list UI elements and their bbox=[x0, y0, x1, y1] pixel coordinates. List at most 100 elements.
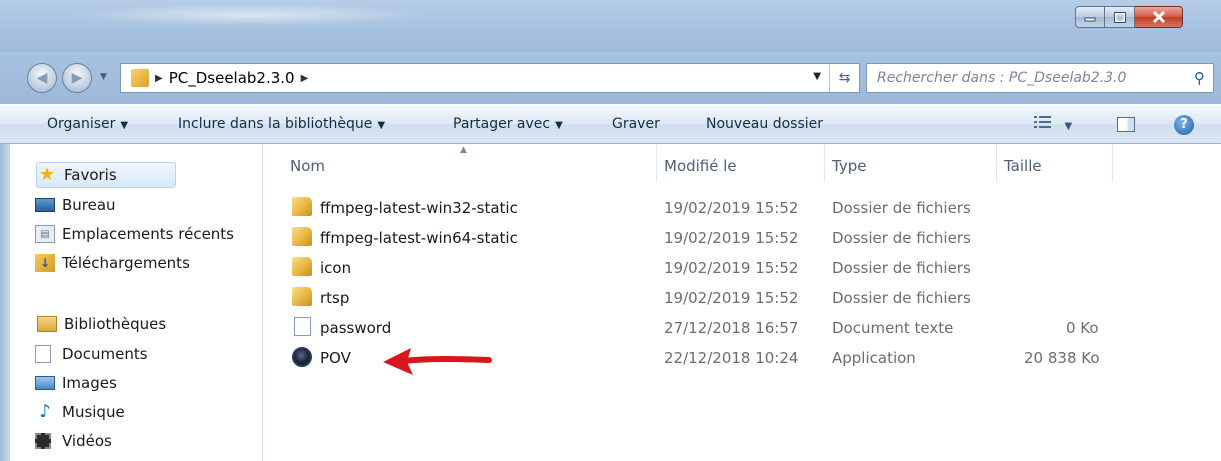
address-bar[interactable]: ▶ PC_Dseelab2.3.0 ▶ ▼ ⇆ bbox=[120, 63, 860, 93]
column-header-size[interactable]: Taille bbox=[1004, 144, 1042, 182]
file-type: Application bbox=[832, 349, 916, 367]
sidebar-item-label: Musique bbox=[62, 403, 125, 421]
desktop-icon bbox=[35, 198, 55, 212]
sidebar-item-label: Emplacements récents bbox=[62, 225, 235, 243]
sidebar-item-downloads[interactable]: ↓ Téléchargements bbox=[35, 250, 190, 276]
recent-places-icon: ▤ bbox=[35, 225, 55, 243]
refresh-button[interactable]: ⇆ bbox=[829, 64, 859, 92]
sidebar-item-label: Documents bbox=[62, 345, 148, 363]
view-dropdown-arrow-icon: ▼ bbox=[1064, 121, 1073, 132]
file-name: rtsp bbox=[320, 289, 350, 307]
search-input[interactable] bbox=[877, 70, 1187, 86]
file-row[interactable]: rtsp 19/02/2019 15:52 Dossier de fichier… bbox=[286, 284, 1116, 312]
sidebar-item-recent-places[interactable]: ▤ Emplacements récents bbox=[35, 221, 234, 247]
sidebar-item-label: Vidéos bbox=[62, 432, 112, 450]
new-folder-label: Nouveau dossier bbox=[706, 116, 824, 132]
title-bar bbox=[0, 0, 1221, 52]
column-header-modified[interactable]: Modifié le bbox=[664, 144, 737, 182]
breadcrumb-chevron-icon[interactable]: ▶ bbox=[155, 73, 163, 84]
command-bar: Organiser ▼ Inclure dans la bibliothèque ▼… bbox=[0, 104, 1221, 144]
new-folder-button[interactable]: Nouveau dossier bbox=[706, 116, 823, 132]
folder-icon bbox=[292, 197, 312, 216]
column-divider[interactable] bbox=[824, 144, 825, 182]
star-icon: ★ bbox=[38, 164, 56, 185]
file-type: Dossier de fichiers bbox=[832, 229, 971, 247]
help-icon[interactable]: ? bbox=[1174, 115, 1194, 135]
folder-icon bbox=[131, 69, 149, 87]
column-divider[interactable] bbox=[656, 144, 657, 182]
sidebar-item-label: Téléchargements bbox=[62, 254, 190, 272]
column-divider[interactable] bbox=[1112, 144, 1113, 182]
sidebar-item-images[interactable]: Images bbox=[35, 370, 117, 396]
change-view-button[interactable]: ▼ bbox=[1034, 115, 1072, 133]
downloads-icon: ↓ bbox=[35, 254, 55, 272]
column-header-type[interactable]: Type bbox=[832, 144, 866, 182]
sidebar-item-libraries[interactable]: Bibliothèques bbox=[37, 311, 166, 337]
file-size: 20 838 Ko bbox=[1024, 349, 1100, 367]
file-modified: 19/02/2019 15:52 bbox=[664, 229, 799, 247]
file-type: Document texte bbox=[832, 319, 954, 337]
back-arrow-icon: ◀ bbox=[36, 70, 48, 86]
breadcrumb-item[interactable]: PC_Dseelab2.3.0 bbox=[169, 69, 295, 87]
share-with-label: Partager avec bbox=[453, 116, 551, 132]
file-name: ffmpeg-latest-win32-static bbox=[320, 199, 518, 217]
organise-label: Organiser bbox=[47, 116, 116, 132]
maximize-button[interactable] bbox=[1105, 6, 1135, 28]
file-list: Nom ▲ Modifié le Type Taille ffmpeg-late… bbox=[264, 144, 1221, 461]
burn-button[interactable]: Graver bbox=[612, 116, 660, 132]
folder-icon bbox=[292, 257, 312, 276]
column-divider[interactable] bbox=[996, 144, 997, 182]
window-title-blurred bbox=[70, 4, 430, 26]
sidebar-item-desktop[interactable]: Bureau bbox=[35, 192, 116, 218]
file-size: 0 Ko bbox=[1066, 319, 1099, 337]
window-controls bbox=[1075, 6, 1183, 28]
sidebar-item-favorites[interactable]: ★ Favoris bbox=[36, 162, 176, 188]
burn-label: Graver bbox=[612, 116, 660, 132]
dropdown-arrow-icon: ▼ bbox=[377, 120, 386, 131]
forward-arrow-icon: ▶ bbox=[71, 70, 83, 86]
file-row[interactable]: ffmpeg-latest-win64-static 19/02/2019 15… bbox=[286, 224, 1116, 252]
address-history-dropdown-icon[interactable]: ▼ bbox=[813, 71, 821, 82]
close-button[interactable] bbox=[1135, 6, 1183, 28]
sidebar-item-music[interactable]: ♪ Musique bbox=[35, 399, 125, 425]
file-type: Dossier de fichiers bbox=[832, 199, 971, 217]
file-row[interactable]: icon 19/02/2019 15:52 Dossier de fichier… bbox=[286, 254, 1116, 282]
organise-menu[interactable]: Organiser ▼ bbox=[47, 116, 128, 132]
recent-pages-dropdown[interactable]: ▼ bbox=[100, 72, 107, 82]
file-row[interactable]: ffmpeg-latest-win32-static 19/02/2019 15… bbox=[286, 194, 1116, 222]
file-type: Dossier de fichiers bbox=[832, 259, 971, 277]
file-modified: 22/12/2018 10:24 bbox=[664, 349, 799, 367]
minimize-button[interactable] bbox=[1075, 6, 1105, 28]
file-type: Dossier de fichiers bbox=[832, 289, 971, 307]
share-with-menu[interactable]: Partager avec ▼ bbox=[453, 116, 563, 132]
window-left-border bbox=[0, 144, 10, 461]
file-row[interactable]: password 27/12/2018 16:57 Document texte… bbox=[286, 314, 1116, 342]
file-name: password bbox=[320, 319, 392, 337]
red-annotation-arrow-icon bbox=[383, 348, 492, 375]
file-modified: 27/12/2018 16:57 bbox=[664, 319, 799, 337]
sidebar-item-label: Bibliothèques bbox=[64, 315, 167, 333]
file-modified: 19/02/2019 15:52 bbox=[664, 289, 799, 307]
sidebar-item-label: Favoris bbox=[64, 166, 117, 184]
folder-icon bbox=[292, 287, 312, 306]
sidebar-item-videos[interactable]: Vidéos bbox=[35, 428, 112, 454]
include-in-library-menu[interactable]: Inclure dans la bibliothèque ▼ bbox=[178, 116, 385, 132]
close-icon bbox=[1152, 11, 1165, 23]
file-name: icon bbox=[320, 259, 352, 277]
search-icon[interactable]: ⚲ bbox=[1194, 69, 1205, 87]
navigation-bar: ◀ ▶ ▼ ▶ PC_Dseelab2.3.0 ▶ ▼ ⇆ ⚲ bbox=[0, 52, 1221, 104]
sidebar-item-label: Images bbox=[62, 374, 117, 392]
search-box[interactable]: ⚲ bbox=[866, 63, 1214, 93]
back-button[interactable]: ◀ bbox=[27, 63, 57, 93]
include-library-label: Inclure dans la bibliothèque bbox=[178, 116, 373, 132]
navigation-pane: ★ Favoris Bureau ▤ Emplacements récents … bbox=[10, 144, 263, 461]
pictures-icon bbox=[35, 376, 55, 390]
sidebar-item-documents[interactable]: Documents bbox=[35, 341, 148, 367]
breadcrumb-chevron-icon[interactable]: ▶ bbox=[301, 73, 309, 84]
file-name: POV bbox=[320, 349, 351, 367]
videos-icon bbox=[35, 433, 51, 449]
refresh-icon: ⇆ bbox=[838, 70, 851, 86]
column-header-name[interactable]: Nom bbox=[290, 144, 325, 182]
preview-pane-icon[interactable] bbox=[1117, 117, 1135, 132]
forward-button[interactable]: ▶ bbox=[62, 63, 92, 93]
